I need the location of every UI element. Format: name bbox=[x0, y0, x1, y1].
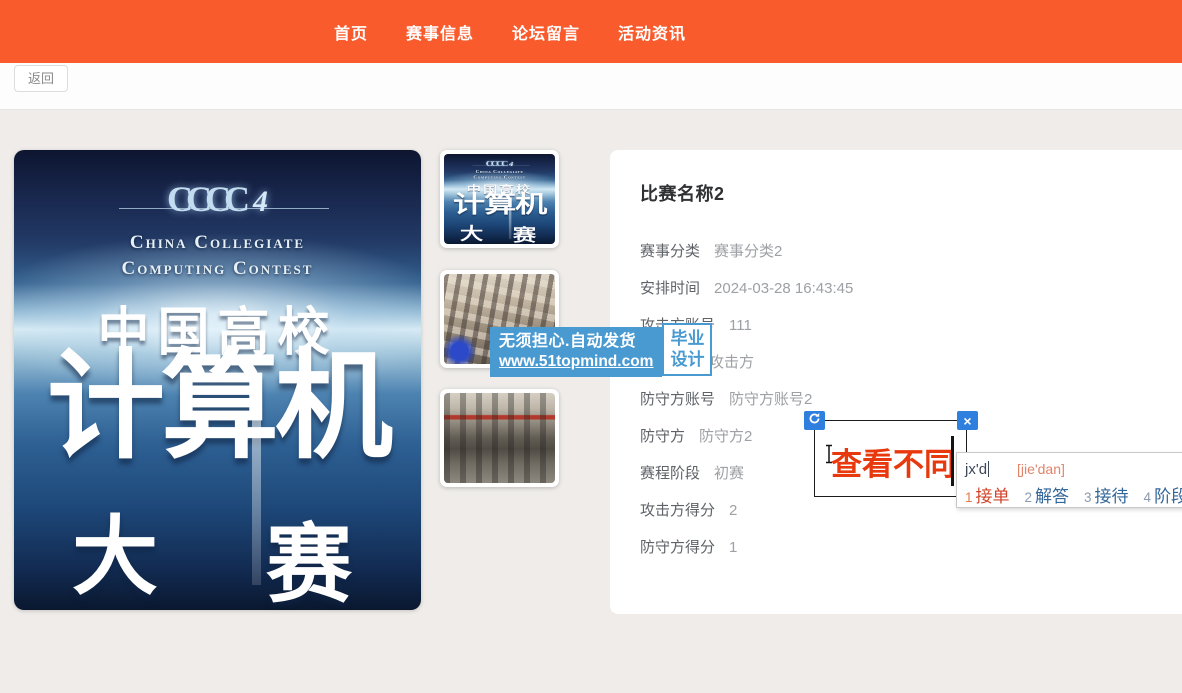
field-label: 攻击方得分 bbox=[640, 499, 715, 520]
poster-title-line2: 计算机 bbox=[14, 346, 421, 470]
ime-candidate-1[interactable]: 1 接单 bbox=[965, 482, 1010, 507]
back-button[interactable]: 返回 bbox=[14, 65, 68, 92]
ime-candidate-popup: jx'd [jie'dan] 1 接单 2 解答 3 接待 4 阶段 bbox=[956, 452, 1182, 508]
field-value: 2024-03-28 16:43:45 bbox=[714, 280, 853, 297]
main-competition-image[interactable]: CCCC4 China Collegiate Computing Contest… bbox=[14, 150, 421, 610]
poster-subtitle-2: Computing Contest bbox=[14, 258, 421, 280]
thumbnail-poster[interactable]: CCCC4 China Collegiate Computing Contest… bbox=[440, 150, 559, 248]
ime-candidate-3[interactable]: 3 接待 bbox=[1084, 482, 1129, 507]
nav-item-news[interactable]: 活动资讯 bbox=[618, 20, 686, 44]
contest-poster: CCCC4 China Collegiate Computing Contest… bbox=[14, 150, 421, 610]
field-row-attacker-account: 攻击方账号 111 bbox=[640, 314, 1182, 336]
watermark-badge: 毕业 设计 bbox=[662, 323, 712, 376]
ime-composition-row: jx'd [jie'dan] bbox=[965, 458, 1182, 480]
ime-candidate-4[interactable]: 4 阶段 bbox=[1144, 482, 1182, 507]
top-navbar: 首页 赛事信息 论坛留言 活动资讯 bbox=[0, 0, 1182, 63]
ime-candidate-2[interactable]: 2 解答 bbox=[1025, 482, 1070, 507]
selected-red-text[interactable]: 查看不同 bbox=[831, 439, 955, 484]
field-row-defender-account: 防守方账号 防守方账号2 bbox=[640, 388, 1182, 410]
field-label: 赛程阶段 bbox=[640, 462, 700, 483]
ime-caret bbox=[988, 461, 989, 477]
selection-refresh-button[interactable] bbox=[804, 411, 825, 430]
field-row-schedule-time: 安排时间 2024-03-28 16:43:45 bbox=[640, 277, 1182, 299]
competition-title: 比赛名称2 bbox=[640, 180, 1182, 206]
ime-typed-pinyin: jx'd bbox=[965, 461, 987, 478]
detail-fields: 赛事分类 赛事分类2 安排时间 2024-03-28 16:43:45 攻击方账… bbox=[640, 240, 1182, 558]
watermark-blue-box: 无须担心.自动发货 www.51topmind.com bbox=[490, 327, 662, 377]
nav-item-forum[interactable]: 论坛留言 bbox=[512, 20, 580, 44]
selection-close-button[interactable]: × bbox=[957, 411, 978, 430]
classroom-photo bbox=[444, 393, 555, 483]
competition-detail-page: { "header": { "bg_color": "#F95B2D", "na… bbox=[0, 0, 1182, 693]
cccc-logo: CCCC4 bbox=[444, 159, 555, 167]
field-value: 防守方账号2 bbox=[729, 388, 812, 409]
field-row-defender-score: 防守方得分 1 bbox=[640, 536, 1182, 558]
field-value: 2 bbox=[729, 502, 737, 519]
poster-title-sai: 赛 bbox=[266, 494, 352, 610]
poster-subtitle-1: China Collegiate bbox=[14, 232, 421, 254]
nav-item-home[interactable]: 首页 bbox=[334, 20, 368, 44]
close-icon: × bbox=[963, 414, 971, 428]
back-toolbar: 返回 bbox=[0, 63, 1182, 110]
field-label: 防守方 bbox=[640, 425, 685, 446]
competition-detail-card: 比赛名称2 赛事分类 赛事分类2 安排时间 2024-03-28 16:43:4… bbox=[610, 150, 1182, 614]
field-label: 安排时间 bbox=[640, 277, 700, 298]
watermark-url: www.51topmind.com bbox=[499, 352, 653, 371]
field-row-category: 赛事分类 赛事分类2 bbox=[640, 240, 1182, 262]
thumbnail-classroom[interactable] bbox=[440, 389, 559, 487]
refresh-icon bbox=[808, 412, 821, 430]
field-label: 防守方账号 bbox=[640, 388, 715, 409]
field-row-attacker: 攻击方 A攻击方 bbox=[640, 351, 1182, 373]
poster-title-da: 大 bbox=[72, 486, 158, 610]
field-value: 防守方2 bbox=[699, 425, 752, 446]
field-value: 初赛 bbox=[714, 462, 744, 483]
ime-pinyin-hint: [jie'dan] bbox=[1017, 461, 1065, 477]
field-label: 防守方得分 bbox=[640, 536, 715, 557]
ime-candidate-row: 1 接单 2 解答 3 接待 4 阶段 bbox=[965, 482, 1182, 506]
vendor-watermark: 无须担心.自动发货 www.51topmind.com 毕业 设计 bbox=[490, 323, 712, 377]
field-value: 1 bbox=[729, 539, 737, 556]
field-label: 赛事分类 bbox=[640, 240, 700, 261]
text-caret bbox=[951, 436, 954, 486]
thumbnail-poster-image: CCCC4 China Collegiate Computing Contest… bbox=[444, 154, 555, 244]
main-navigation: 首页 赛事信息 论坛留言 活动资讯 bbox=[334, 0, 686, 63]
field-value: 111 bbox=[729, 317, 752, 334]
poster-vertical-bar bbox=[252, 420, 261, 585]
cccc-logo: CCCC4 bbox=[14, 178, 421, 220]
field-value: 赛事分类2 bbox=[714, 240, 782, 261]
watermark-slogan: 无须担心.自动发货 bbox=[499, 332, 653, 352]
nav-item-events[interactable]: 赛事信息 bbox=[406, 20, 474, 44]
